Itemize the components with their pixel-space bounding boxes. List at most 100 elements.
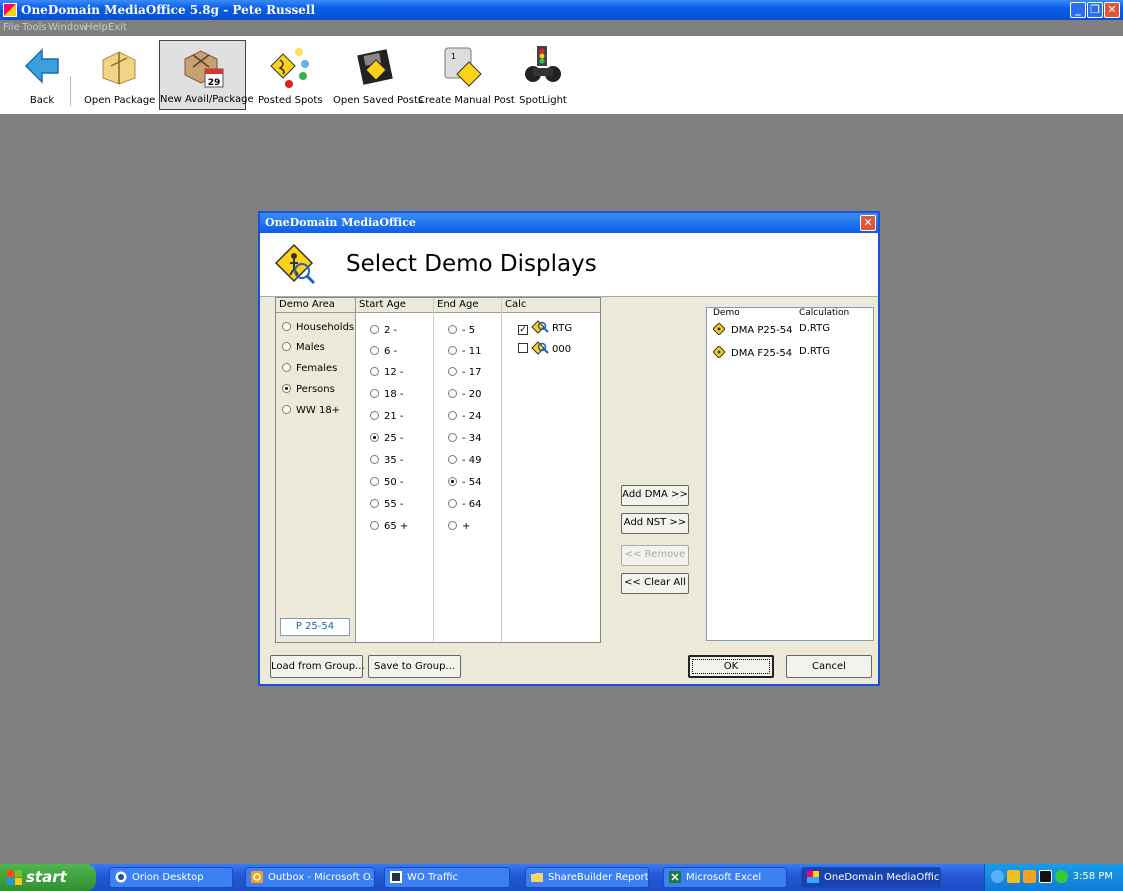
- radio-start-25[interactable]: 25 -: [370, 433, 404, 444]
- task-microsoft-excel[interactable]: Microsoft Excel: [663, 867, 787, 888]
- radio-end-24[interactable]: - 24: [448, 411, 482, 422]
- radio-indicator[interactable]: [448, 499, 457, 508]
- spotlight-button[interactable]: SpotLight: [519, 40, 567, 110]
- menu-help[interactable]: Help: [85, 22, 108, 33]
- menu-file[interactable]: File: [3, 22, 20, 33]
- save-to-group-button[interactable]: Save to Group...: [368, 655, 461, 678]
- checkbox-checked[interactable]: ✓: [518, 325, 528, 335]
- radio-start-12[interactable]: 12 -: [370, 367, 404, 378]
- menu-exit[interactable]: Exit: [108, 22, 127, 33]
- dialog-close-button[interactable]: ✕: [860, 215, 876, 231]
- demo-sign-icon: [713, 346, 725, 358]
- clear-all-button[interactable]: << Clear All: [621, 573, 689, 594]
- calc-000-checkbox[interactable]: 000: [518, 341, 571, 355]
- radio-indicator[interactable]: [448, 411, 457, 420]
- radio-indicator[interactable]: [448, 346, 457, 355]
- demo-search-icon: [531, 341, 549, 355]
- radio-indicator[interactable]: [370, 521, 379, 530]
- radio-end-plus[interactable]: +: [448, 521, 470, 532]
- radio-indicator[interactable]: [370, 367, 379, 376]
- radio-end-54[interactable]: - 54: [448, 477, 482, 488]
- radio-end-11[interactable]: - 11: [448, 346, 482, 357]
- radio-indicator[interactable]: [448, 455, 457, 464]
- radio-indicator[interactable]: [282, 363, 291, 372]
- maximize-button[interactable]: ❐: [1087, 2, 1103, 18]
- radio-households[interactable]: Households: [282, 322, 354, 333]
- task-onedomain-mediaoffice[interactable]: OneDomain MediaOffice: [801, 867, 941, 888]
- calc-rtg-checkbox[interactable]: ✓ RTG: [518, 320, 572, 335]
- close-button[interactable]: ✕: [1104, 2, 1120, 18]
- load-from-group-button[interactable]: Load from Group...: [270, 655, 365, 678]
- radio-females[interactable]: Females: [282, 363, 337, 374]
- start-age-header: Start Age: [356, 298, 433, 313]
- radio-indicator[interactable]: [282, 384, 291, 393]
- task-wo-traffic[interactable]: WO Traffic: [384, 867, 510, 888]
- radio-end-5[interactable]: - 5: [448, 325, 475, 336]
- start-button[interactable]: start: [0, 864, 96, 891]
- radio-males[interactable]: Males: [282, 342, 325, 353]
- radio-indicator[interactable]: [370, 499, 379, 508]
- radio-indicator[interactable]: [370, 389, 379, 398]
- radio-start-35[interactable]: 35 -: [370, 455, 404, 466]
- radio-indicator[interactable]: [370, 325, 379, 334]
- radio-indicator[interactable]: [370, 411, 379, 420]
- radio-indicator[interactable]: [282, 322, 291, 331]
- dialog-titlebar[interactable]: OneDomain MediaOffice ✕: [260, 213, 878, 233]
- radio-start-2[interactable]: 2 -: [370, 325, 397, 336]
- radio-indicator[interactable]: [448, 325, 457, 334]
- tray-s-icon[interactable]: [1039, 870, 1052, 883]
- radio-start-21[interactable]: 21 -: [370, 411, 404, 422]
- radio-end-64[interactable]: - 64: [448, 499, 482, 510]
- checkbox-unchecked[interactable]: [518, 343, 528, 353]
- create-manual-post-button[interactable]: 1 Create Manual Post: [418, 40, 515, 110]
- new-avail-package-button[interactable]: 29 New Avail/Package: [159, 40, 254, 110]
- radio-start-18[interactable]: 18 -: [370, 389, 404, 400]
- radio-end-20[interactable]: - 20: [448, 389, 482, 400]
- menu-tools[interactable]: Tools: [22, 22, 47, 33]
- tray-back-icon[interactable]: [991, 870, 1004, 883]
- tray-network-icon[interactable]: [1055, 870, 1068, 883]
- back-label: Back: [29, 95, 55, 106]
- radio-start-65[interactable]: 65 +: [370, 521, 408, 532]
- radio-start-50[interactable]: 50 -: [370, 477, 404, 488]
- radio-indicator[interactable]: [370, 433, 379, 442]
- ok-button[interactable]: OK: [688, 655, 774, 678]
- open-package-button[interactable]: Open Package: [84, 40, 155, 110]
- tray-mail-icon[interactable]: [1007, 870, 1020, 883]
- list-item[interactable]: DMA P25-54 D.RTG: [713, 323, 830, 336]
- radio-end-49[interactable]: - 49: [448, 455, 482, 466]
- radio-indicator[interactable]: [448, 477, 457, 486]
- task-outbox[interactable]: Outbox - Microsoft O...: [245, 867, 375, 888]
- app-titlebar[interactable]: OneDomain MediaOffice 5.8g - Pete Russel…: [0, 0, 1123, 20]
- open-saved-posts-button[interactable]: Open Saved Posts: [333, 40, 423, 110]
- radio-indicator[interactable]: [370, 477, 379, 486]
- radio-ww18[interactable]: WW 18+: [282, 405, 340, 416]
- radio-persons[interactable]: Persons: [282, 384, 335, 395]
- radio-indicator[interactable]: [282, 405, 291, 414]
- cancel-button[interactable]: Cancel: [786, 655, 872, 678]
- remove-button[interactable]: << Remove: [621, 545, 689, 566]
- task-sharebuilder-reports[interactable]: ShareBuilder Reports: [525, 867, 649, 888]
- system-tray: 3:58 PM: [984, 864, 1123, 891]
- radio-indicator[interactable]: [448, 433, 457, 442]
- selected-demos-list[interactable]: Demo Calculation DMA P25-54 D.RTG DMA F2…: [706, 307, 874, 641]
- radio-end-17[interactable]: - 17: [448, 367, 482, 378]
- radio-start-55[interactable]: 55 -: [370, 499, 404, 510]
- list-item[interactable]: DMA F25-54 D.RTG: [713, 346, 830, 359]
- radio-start-6[interactable]: 6 -: [370, 346, 397, 357]
- radio-indicator[interactable]: [448, 521, 457, 530]
- tray-outlook-icon[interactable]: [1023, 870, 1036, 883]
- radio-end-34[interactable]: - 34: [448, 433, 482, 444]
- add-dma-button[interactable]: Add DMA >>: [621, 485, 689, 506]
- back-button[interactable]: Back: [22, 40, 62, 110]
- menu-window[interactable]: Window: [48, 22, 87, 33]
- radio-indicator[interactable]: [370, 346, 379, 355]
- minimize-button[interactable]: _: [1070, 2, 1086, 18]
- radio-indicator[interactable]: [370, 455, 379, 464]
- task-orion-desktop[interactable]: Orion Desktop: [109, 867, 233, 888]
- posted-spots-button[interactable]: Posted Spots: [258, 40, 323, 110]
- radio-indicator[interactable]: [448, 389, 457, 398]
- add-nst-button[interactable]: Add NST >>: [621, 513, 689, 534]
- radio-indicator[interactable]: [282, 342, 291, 351]
- radio-indicator[interactable]: [448, 367, 457, 376]
